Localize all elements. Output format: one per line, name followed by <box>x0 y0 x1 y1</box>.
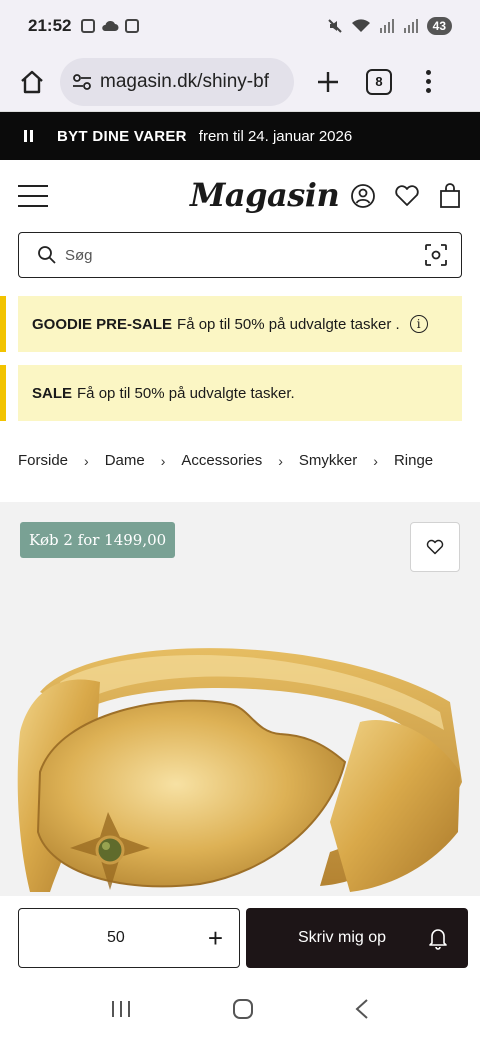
banner-text: Få op til 50% på udvalgte tasker . <box>177 315 400 333</box>
recent-apps-icon[interactable] <box>110 999 132 1019</box>
breadcrumb-separator: › <box>373 452 378 469</box>
breadcrumb-item-ringe[interactable]: Ringe <box>394 452 433 469</box>
notify-label: Skriv mig op <box>298 929 387 946</box>
notify-me-button[interactable]: Skriv mig op <box>246 908 468 968</box>
offer-badge: Køb 2 for 1499,00 <box>20 522 176 558</box>
account-icon[interactable] <box>350 183 376 209</box>
search-placeholder: Søg <box>65 246 93 264</box>
signal-icon-2 <box>403 19 418 33</box>
plus-icon <box>318 71 338 92</box>
bell-icon <box>429 929 447 950</box>
battery-indicator: 43 <box>426 17 452 35</box>
banner-strong: GOODIE PRE-SALE <box>32 315 173 333</box>
banner-text: Få op til 50% på udvalgte tasker. <box>77 384 295 402</box>
breadcrumb-separator: › <box>278 452 283 469</box>
banner-body: GOODIE PRE-SALE Få op til 50% på udvalgt… <box>18 296 462 352</box>
tab-switcher-button[interactable]: 8 <box>366 68 392 95</box>
url-text: magasin.dk/shiny-bf <box>100 70 269 92</box>
info-icon[interactable]: i <box>409 315 428 333</box>
cloud-icon <box>102 20 119 31</box>
goodie-presale-banner[interactable]: GOODIE PRE-SALE Få op til 50% på udvalgt… <box>0 296 462 352</box>
calendar-icon <box>125 19 140 33</box>
breadcrumb-item-dame[interactable]: Dame <box>105 452 145 469</box>
promo-strip[interactable]: BYT DINE VARER frem til 24. januar 2026 <box>0 112 480 160</box>
promo-text: frem til 24. januar 2026 <box>198 127 353 145</box>
product-image-gallery[interactable]: Køb 2 for 1499,00 <box>0 502 480 896</box>
size-value: 50 <box>107 929 125 946</box>
browser-menu-button[interactable] <box>418 62 438 102</box>
wishlist-icon[interactable] <box>394 184 420 208</box>
signal-icon <box>379 19 394 33</box>
size-selector[interactable]: 50 + <box>18 908 240 968</box>
mute-icon <box>327 19 342 33</box>
browser-toolbar: magasin.dk/shiny-bf 8 <box>0 52 480 112</box>
breadcrumb-item-smykker[interactable]: Smykker <box>299 452 357 469</box>
status-bar: 21:52 43 <box>0 0 480 52</box>
site-header: Magasin <box>0 160 480 232</box>
address-bar[interactable]: magasin.dk/shiny-bf <box>60 57 294 106</box>
wifi-icon <box>351 19 370 32</box>
screenshot-icon <box>81 19 96 33</box>
system-navigation-bar <box>0 978 480 1040</box>
search-icon <box>38 246 56 264</box>
breadcrumb-separator: › <box>84 452 89 469</box>
sale-banner[interactable]: SALE Få op til 50% på udvalgte tasker. <box>0 365 462 421</box>
banner-accent <box>0 296 6 352</box>
banner-body: SALE Få op til 50% på udvalgte tasker. <box>18 365 462 421</box>
shopping-bag-icon[interactable] <box>438 183 462 209</box>
banner-accent <box>0 365 6 421</box>
size-expand-icon[interactable]: + <box>208 923 223 954</box>
menu-icon[interactable] <box>18 185 48 207</box>
product-action-bar: 50 + Skriv mig op <box>0 896 480 978</box>
breadcrumb-item-accessories[interactable]: Accessories <box>181 452 262 469</box>
pause-icon[interactable] <box>24 130 33 142</box>
header-actions <box>350 183 462 209</box>
status-notification-icons <box>81 19 140 33</box>
ring-product-image <box>17 648 462 892</box>
heart-icon <box>426 539 444 555</box>
more-vert-icon-dot <box>425 70 431 75</box>
breadcrumb-item-forside[interactable]: Forside <box>18 452 68 469</box>
add-to-wishlist-button[interactable] <box>410 522 460 572</box>
banner-strong: SALE <box>32 384 73 402</box>
home-nav-icon[interactable] <box>232 998 254 1020</box>
search-input[interactable]: Søg <box>18 232 462 278</box>
site-settings-icon[interactable] <box>72 73 92 91</box>
home-icon <box>21 70 43 93</box>
new-tab-button[interactable] <box>308 62 348 102</box>
breadcrumb-separator: › <box>160 452 166 469</box>
promo-title: BYT DINE VARER <box>57 127 187 145</box>
site-logo[interactable]: Magasin <box>190 176 340 214</box>
breadcrumb: Forside › Dame › Accessories › Smykker ›… <box>18 452 462 469</box>
home-button[interactable] <box>12 62 52 102</box>
status-time: 21:52 <box>28 16 72 35</box>
camera-search-icon[interactable] <box>425 244 447 266</box>
back-icon[interactable] <box>354 998 370 1020</box>
status-system-icons: 43 <box>327 17 452 35</box>
